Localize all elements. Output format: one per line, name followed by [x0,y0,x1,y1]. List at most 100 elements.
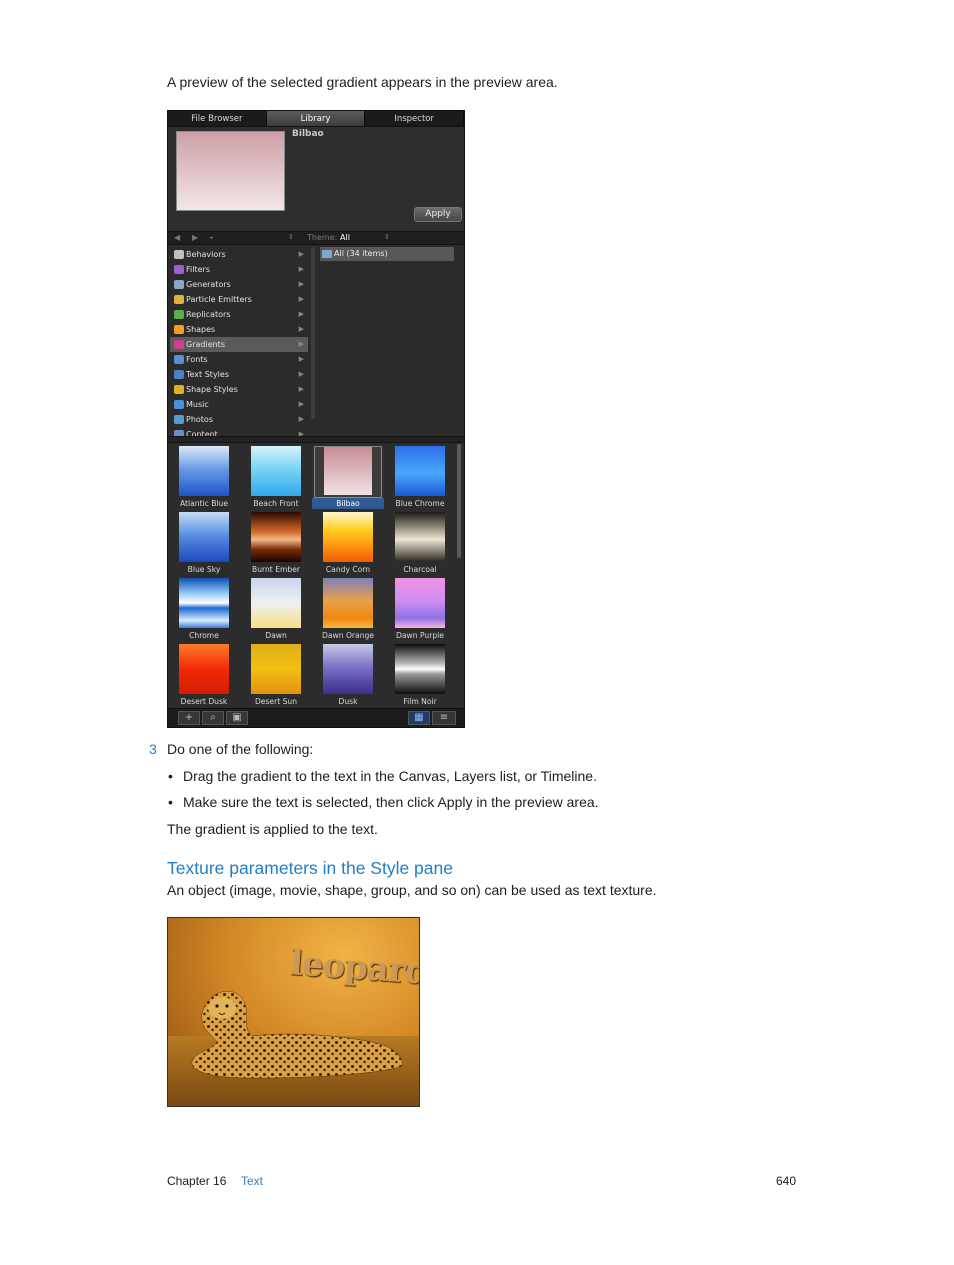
back-arrow-icon[interactable]: ◀ [174,233,180,242]
category-item-generators[interactable]: Generators ▶ [170,277,308,292]
gradient-label: Desert Sun [254,697,298,706]
search-icon[interactable]: ⌕ [202,711,224,725]
category-label: Particle Emitters [186,295,252,304]
gradient-thumbnail[interactable]: Beach Front [240,446,312,509]
gradient-swatch [179,512,229,562]
library-panel: File Browser Library Inspector Bilbao Ap… [167,110,465,728]
add-icon[interactable]: + [178,711,200,725]
category-label: Filters [186,265,210,274]
thumbnail-frame [251,644,301,694]
path-popup[interactable]: - [210,233,213,242]
gradient-thumbnail[interactable]: Blue Chrome [384,446,456,509]
item-list: All (34 items) [320,247,454,261]
category-item-gradients[interactable]: Gradients ▶ [170,337,308,352]
gradient-label: Dawn Orange [322,631,374,640]
thumbnail-frame [314,446,382,498]
path-popup-chevron-icon[interactable]: ⇕ [288,233,294,241]
gradient-thumbnail[interactable]: Dawn [240,578,312,641]
leopard-illustration [191,991,403,1079]
intro-paragraph: A preview of the selected gradient appea… [167,74,558,90]
gradient-thumbnail[interactable]: Dusk [312,644,384,707]
disclosure-arrow-icon: ▶ [298,355,304,363]
item-all[interactable]: All (34 items) [320,247,454,261]
gradient-label: Atlantic Blue [179,499,229,508]
thumbnail-frame [395,644,445,694]
section-description: An object (image, movie, shape, group, a… [167,882,657,898]
category-item-text-styles[interactable]: Text Styles ▶ [170,367,308,382]
category-icon [174,325,184,334]
gradient-label: Burnt Ember [251,565,301,574]
thumbnail-frame [179,578,229,628]
gradient-thumbnail[interactable]: Candy Corn [312,512,384,575]
step-number: 3 [149,741,157,757]
category-item-filters[interactable]: Filters ▶ [170,262,308,277]
category-item-music[interactable]: Music ▶ [170,397,308,412]
footer-chapter-link[interactable]: Text [241,1174,263,1188]
grid-view-icon[interactable]: ▦ [408,711,430,725]
disclosure-arrow-icon: ▶ [298,325,304,333]
category-icon [174,355,184,364]
theme-label: Theme: [307,233,338,242]
gradient-label: Beach Front [253,499,299,508]
gradient-thumbnail[interactable]: Bilbao [312,446,384,509]
gradient-swatch [324,447,372,495]
preview-title: Bilbao [292,129,324,139]
thumbnail-frame [395,578,445,628]
gradient-thumbnail[interactable]: Desert Sun [240,644,312,707]
category-item-behaviors[interactable]: Behaviors ▶ [170,247,308,262]
category-item-shapes[interactable]: Shapes ▶ [170,322,308,337]
gradient-swatch [251,446,301,496]
category-icon [174,400,184,409]
gradient-thumbnail[interactable]: Burnt Ember [240,512,312,575]
gradient-thumbnail[interactable]: Desert Dusk [168,644,240,707]
forward-arrow-icon[interactable]: ▶ [192,233,198,242]
category-icon [174,370,184,379]
library-toolbar: + ⌕ ▣ ▦ ≡ [168,708,464,727]
category-item-particle-emitters[interactable]: Particle Emitters ▶ [170,292,308,307]
category-label: Shape Styles [186,385,238,394]
category-icon [174,280,184,289]
gradient-thumbnail[interactable]: Dawn Orange [312,578,384,641]
tab-inspector[interactable]: Inspector [365,111,464,126]
category-icon [174,265,184,274]
gradient-label: Candy Corn [325,565,371,574]
thumbnail-frame [179,512,229,562]
category-item-photos[interactable]: Photos ▶ [170,412,308,427]
pane-splitter[interactable] [168,436,464,443]
gradient-thumbnail[interactable]: Film Noir [384,644,456,707]
preview-icon[interactable]: ▣ [226,711,248,725]
list-view-icon[interactable]: ≡ [432,711,456,725]
gradient-label: Blue Chrome [395,499,445,508]
category-item-replicators[interactable]: Replicators ▶ [170,307,308,322]
gradient-swatch [323,512,373,562]
gradient-label: Charcoal [403,565,437,574]
thumbnail-frame [251,446,301,496]
tab-file-browser[interactable]: File Browser [168,111,267,126]
category-scrollbar[interactable] [311,247,315,419]
gradient-thumbnail[interactable]: Atlantic Blue [168,446,240,509]
tab-library[interactable]: Library [266,111,366,126]
gradient-label: Dawn Purple [396,631,444,640]
gradient-label: Dawn [265,631,287,640]
thumbnail-frame [395,446,445,496]
apply-button[interactable]: Apply [414,207,462,222]
category-label: Replicators [186,310,231,319]
disclosure-arrow-icon: ▶ [298,415,304,423]
gradient-thumbnail[interactable]: Dawn Purple [384,578,456,641]
gradient-swatch [395,644,445,694]
theme-popup[interactable]: All [340,233,350,242]
gradient-thumbnail[interactable]: Charcoal [384,512,456,575]
gradient-thumbnail[interactable]: Chrome [168,578,240,641]
grid-scrollbar[interactable] [457,444,461,558]
category-item-shape-styles[interactable]: Shape Styles ▶ [170,382,308,397]
thumbnail-frame [395,512,445,562]
category-item-fonts[interactable]: Fonts ▶ [170,352,308,367]
disclosure-arrow-icon: ▶ [298,265,304,273]
theme-popup-chevron-icon[interactable]: ⇕ [384,233,390,241]
gradient-thumbnail[interactable]: Blue Sky [168,512,240,575]
disclosure-arrow-icon: ▶ [298,385,304,393]
gradient-swatch [251,512,301,562]
gradient-swatch [251,578,301,628]
gradient-swatch [179,578,229,628]
category-icon [174,310,184,319]
